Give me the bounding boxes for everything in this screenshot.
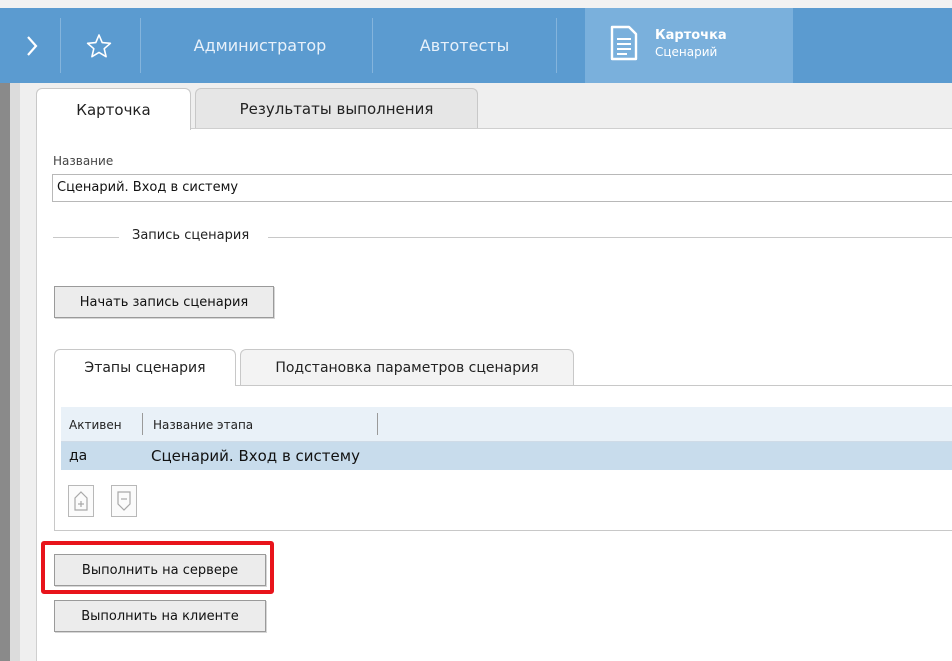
column-header-stage-name[interactable]: Название этапа — [153, 407, 253, 442]
nav-separator — [60, 18, 61, 73]
nav-active-card-tab[interactable]: Карточка Сценарий — [585, 8, 793, 83]
left-edge-light — [10, 83, 20, 661]
nav-separator — [140, 18, 141, 73]
highlight-frame — [41, 541, 274, 594]
grid-header: Активен Название этапа — [61, 407, 952, 442]
active-tab-title: Карточка — [655, 28, 727, 43]
nav-separator — [372, 18, 373, 73]
section-divider — [53, 237, 119, 238]
nav-separator — [556, 18, 557, 73]
document-icon — [609, 25, 639, 65]
section-title: Запись сценария — [132, 228, 250, 243]
tab-parameter-substitution[interactable]: Подстановка параметров сценария — [240, 349, 574, 385]
nav-item-autotests[interactable]: Автотесты — [392, 8, 537, 83]
remove-row-icon[interactable] — [111, 485, 137, 517]
app-window: Администратор Автотесты Карточка Сценари… — [0, 0, 952, 661]
tab-results[interactable]: Результаты выполнения — [195, 88, 478, 128]
tab-scenario-stages[interactable]: Этапы сценария — [54, 349, 236, 386]
run-on-client-button[interactable]: Выполнить на клиенте — [54, 600, 266, 632]
chevron-right-icon[interactable] — [18, 8, 46, 83]
star-icon[interactable] — [74, 8, 124, 83]
nav-item-admin[interactable]: Администратор — [160, 8, 360, 83]
name-field[interactable]: Сценарий. Вход в систему — [52, 174, 952, 202]
active-tab-subtitle: Сценарий — [655, 45, 718, 59]
tab-card[interactable]: Карточка — [36, 88, 191, 130]
start-recording-button[interactable]: Начать запись сценария — [54, 286, 274, 318]
table-row[interactable]: да Сценарий. Вход в систему — [61, 442, 952, 470]
section-divider — [268, 237, 952, 238]
cell-active: да — [69, 448, 88, 464]
cell-stage-name: Сценарий. Вход в систему — [151, 447, 360, 465]
column-divider[interactable] — [142, 413, 143, 435]
column-header-active[interactable]: Активен — [69, 407, 122, 442]
add-row-icon[interactable] — [68, 485, 94, 517]
top-nav-bar: Администратор Автотесты Карточка Сценари… — [0, 0, 952, 83]
left-edge — [0, 83, 10, 661]
column-divider[interactable] — [377, 413, 378, 435]
name-label: Название — [53, 154, 114, 168]
